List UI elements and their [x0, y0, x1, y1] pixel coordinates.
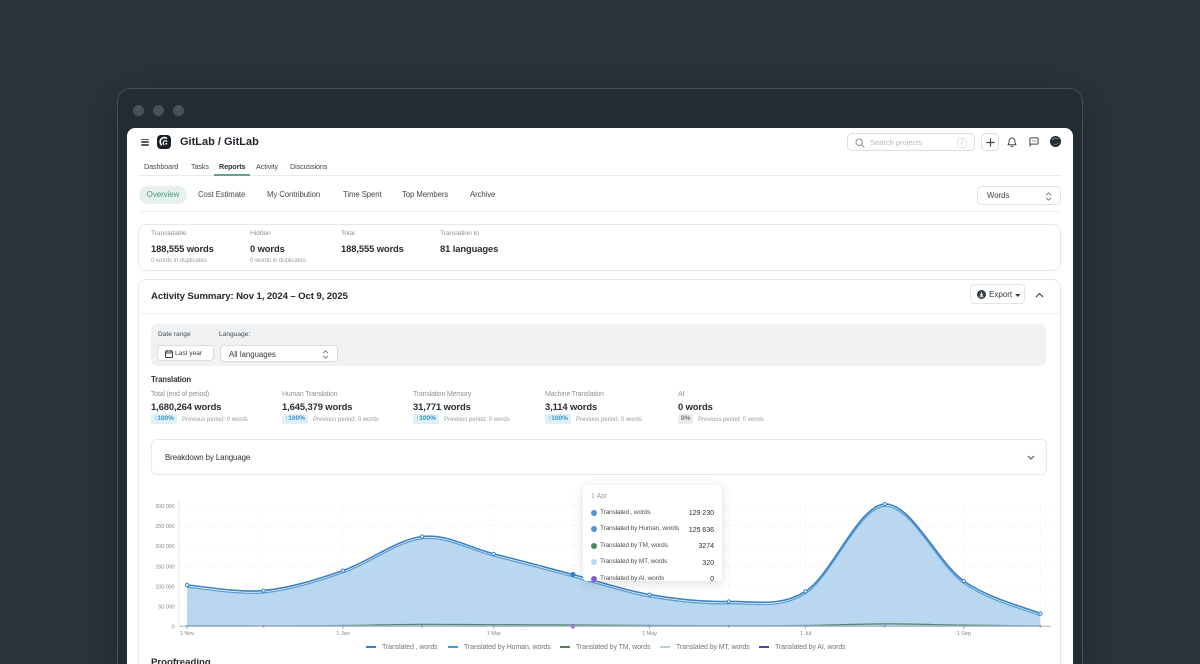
- svg-text:1 Nov: 1 Nov: [180, 631, 194, 637]
- svg-text:1 Jul: 1 Jul: [800, 631, 811, 637]
- svg-text:1 Jan: 1 Jan: [336, 631, 349, 637]
- svg-text:300 000: 300 000: [155, 504, 174, 510]
- svg-text:1 Sep: 1 Sep: [957, 631, 971, 637]
- svg-text:1 Mar: 1 Mar: [487, 631, 501, 637]
- svg-text:200 000: 200 000: [155, 544, 174, 550]
- svg-text:0: 0: [172, 624, 175, 630]
- svg-text:250 000: 250 000: [155, 524, 174, 530]
- svg-text:150 000: 150 000: [155, 564, 174, 570]
- svg-text:50 000: 50 000: [158, 604, 174, 610]
- svg-text:1 May: 1 May: [642, 631, 657, 637]
- svg-text:100 000: 100 000: [155, 584, 174, 590]
